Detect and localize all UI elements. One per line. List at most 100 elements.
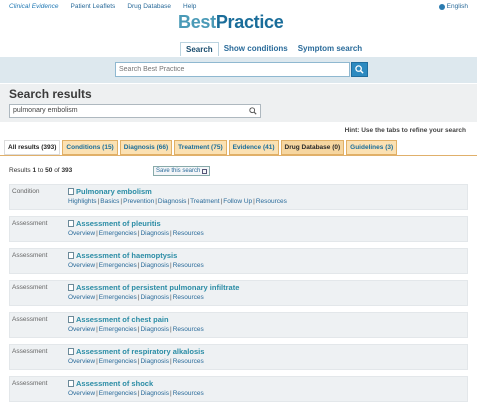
result-link[interactable]: Overview [68, 390, 95, 397]
result-link[interactable]: Resources [173, 390, 204, 397]
result-link[interactable]: Emergencies [99, 326, 137, 333]
link-separator: | [169, 358, 172, 365]
result-tabs: All results (393) Conditions (15) Diagno… [4, 140, 398, 155]
result-link[interactable]: Diagnosis [140, 294, 169, 301]
tab-all-results[interactable]: All results (393) [4, 140, 61, 155]
globe-icon [438, 3, 445, 10]
result-link[interactable]: Diagnosis [140, 262, 169, 269]
result-links: Overview|Emergencies|Diagnosis|Resources [68, 262, 467, 269]
search-input[interactable] [115, 62, 350, 77]
tab-search[interactable]: Search [180, 42, 219, 56]
save-search-button[interactable]: Save this search [153, 166, 211, 176]
document-icon [68, 284, 74, 291]
query-input[interactable]: pulmonary embolism [9, 104, 261, 118]
tab-show-conditions[interactable]: Show conditions [219, 42, 293, 56]
result-link[interactable]: Emergencies [99, 262, 137, 269]
tab-conditions[interactable]: Conditions (15) [62, 140, 118, 155]
result-title-text[interactable]: Assessment of respiratory alkalosis [76, 347, 204, 356]
result-body: Assessment of respiratory alkalosis Overv… [68, 345, 467, 369]
language-label: English [446, 3, 468, 10]
result-link[interactable]: Diagnosis [140, 326, 169, 333]
tab-guidelines[interactable]: Guidelines (3) [346, 140, 398, 155]
result-title[interactable]: Assessment of persistent pulmonary infil… [68, 283, 467, 292]
result-title[interactable]: Assessment of shock [68, 379, 467, 388]
result-title-text[interactable]: Assessment of haemoptysis [76, 251, 177, 260]
result-title-text[interactable]: Assessment of shock [76, 379, 153, 388]
result-link[interactable]: Resources [173, 230, 204, 237]
document-icon [68, 380, 74, 387]
result-link[interactable]: Overview [68, 230, 95, 237]
result-link[interactable]: Emergencies [99, 358, 137, 365]
result-title-text[interactable]: Pulmonary embolism [76, 187, 152, 196]
result-link[interactable]: Emergencies [99, 294, 137, 301]
result-link[interactable]: Diagnosis [158, 198, 187, 205]
tab-diagnosis[interactable]: Diagnosis (66) [119, 140, 173, 155]
result-link[interactable]: Overview [68, 262, 95, 269]
top-nav: Clinical Evidence Patient Leaflets Drug … [9, 3, 208, 10]
result-link[interactable]: Basics [100, 198, 119, 205]
site-logo[interactable]: BestPractice [178, 12, 284, 33]
result-row: Assessment Assessment of persistent pulmo… [9, 280, 468, 306]
result-link[interactable]: Emergencies [99, 390, 137, 397]
result-title[interactable]: Assessment of haemoptysis [68, 251, 467, 260]
tab-divider [0, 155, 477, 156]
query-text: pulmonary embolism [13, 107, 78, 114]
result-link[interactable]: Emergencies [99, 230, 137, 237]
tab-symptom-search[interactable]: Symptom search [293, 42, 367, 56]
result-title[interactable]: Pulmonary embolism [68, 187, 467, 196]
result-title[interactable]: Assessment of pleuritis [68, 219, 467, 228]
results-header: Search results pulmonary embolism [0, 84, 477, 122]
link-separator: | [169, 294, 172, 301]
language-selector[interactable]: English [438, 3, 468, 10]
result-title[interactable]: Assessment of chest pain [68, 315, 467, 324]
result-link[interactable]: Treatment [190, 198, 219, 205]
tab-evidence[interactable]: Evidence (41) [228, 140, 279, 155]
result-link[interactable]: Resources [256, 198, 287, 205]
link-separator: | [120, 198, 123, 205]
result-links: Overview|Emergencies|Diagnosis|Resources [68, 358, 467, 365]
result-links: Overview|Emergencies|Diagnosis|Resources [68, 390, 467, 397]
result-title-text[interactable]: Assessment of chest pain [76, 315, 169, 324]
result-link[interactable]: Prevention [123, 198, 154, 205]
result-type: Condition [12, 188, 40, 195]
result-title-text[interactable]: Assessment of pleuritis [76, 219, 161, 228]
result-link[interactable]: Overview [68, 326, 95, 333]
link-separator: | [96, 326, 98, 333]
result-links: Overview|Emergencies|Diagnosis|Resources [68, 326, 467, 333]
document-icon [68, 348, 74, 355]
topnav-help[interactable]: Help [183, 3, 196, 10]
search-icon[interactable] [249, 107, 257, 115]
result-link[interactable]: Diagnosis [140, 358, 169, 365]
result-row: Condition Pulmonary embolism Highlights |Ba… [9, 184, 468, 210]
result-title-text[interactable]: Assessment of persistent pulmonary infil… [76, 283, 239, 292]
result-body: Assessment of pleuritis Overview|Emergenc… [68, 217, 467, 241]
result-row: Assessment Assessment of shock Overview|Em… [9, 376, 468, 402]
results-count: Results 1 to 50 of 393 [9, 167, 73, 174]
topnav-clinical-evidence[interactable]: Clinical Evidence [9, 3, 59, 10]
result-link[interactable]: Resources [173, 326, 204, 333]
link-separator: | [169, 326, 172, 333]
result-link[interactable]: Overview [68, 358, 95, 365]
search-box [115, 62, 368, 77]
result-body: Assessment of haemoptysis Overview|Emerge… [68, 249, 467, 273]
topnav-patient-leaflets[interactable]: Patient Leaflets [71, 3, 116, 10]
result-link[interactable]: Overview [68, 294, 95, 301]
page-title: Search results [9, 87, 92, 101]
result-link[interactable]: Diagnosis [140, 390, 169, 397]
search-icon [355, 65, 364, 74]
topnav-drug-database[interactable]: Drug Database [127, 3, 171, 10]
tab-drug-database[interactable]: Drug Database (0) [280, 140, 345, 155]
result-link[interactable]: Resources [173, 294, 204, 301]
result-link[interactable]: Resources [173, 358, 204, 365]
result-link[interactable]: Resources [173, 262, 204, 269]
search-button[interactable] [351, 62, 368, 77]
tab-treatment[interactable]: Treatment (75) [174, 140, 227, 155]
result-title[interactable]: Assessment of respiratory alkalosis [68, 347, 467, 356]
result-links: Highlights|Basics|Prevention|Diagnosis|T… [68, 198, 467, 205]
results-list: Condition Pulmonary embolism Highlights|Ba… [9, 184, 468, 407]
result-link[interactable]: Follow Up [223, 198, 252, 205]
result-body: Pulmonary embolism Highlights|Basics|Prev… [68, 185, 467, 209]
result-link[interactable]: Highlights [68, 198, 97, 205]
link-separator: | [96, 294, 98, 301]
result-link[interactable]: Diagnosis [140, 230, 169, 237]
